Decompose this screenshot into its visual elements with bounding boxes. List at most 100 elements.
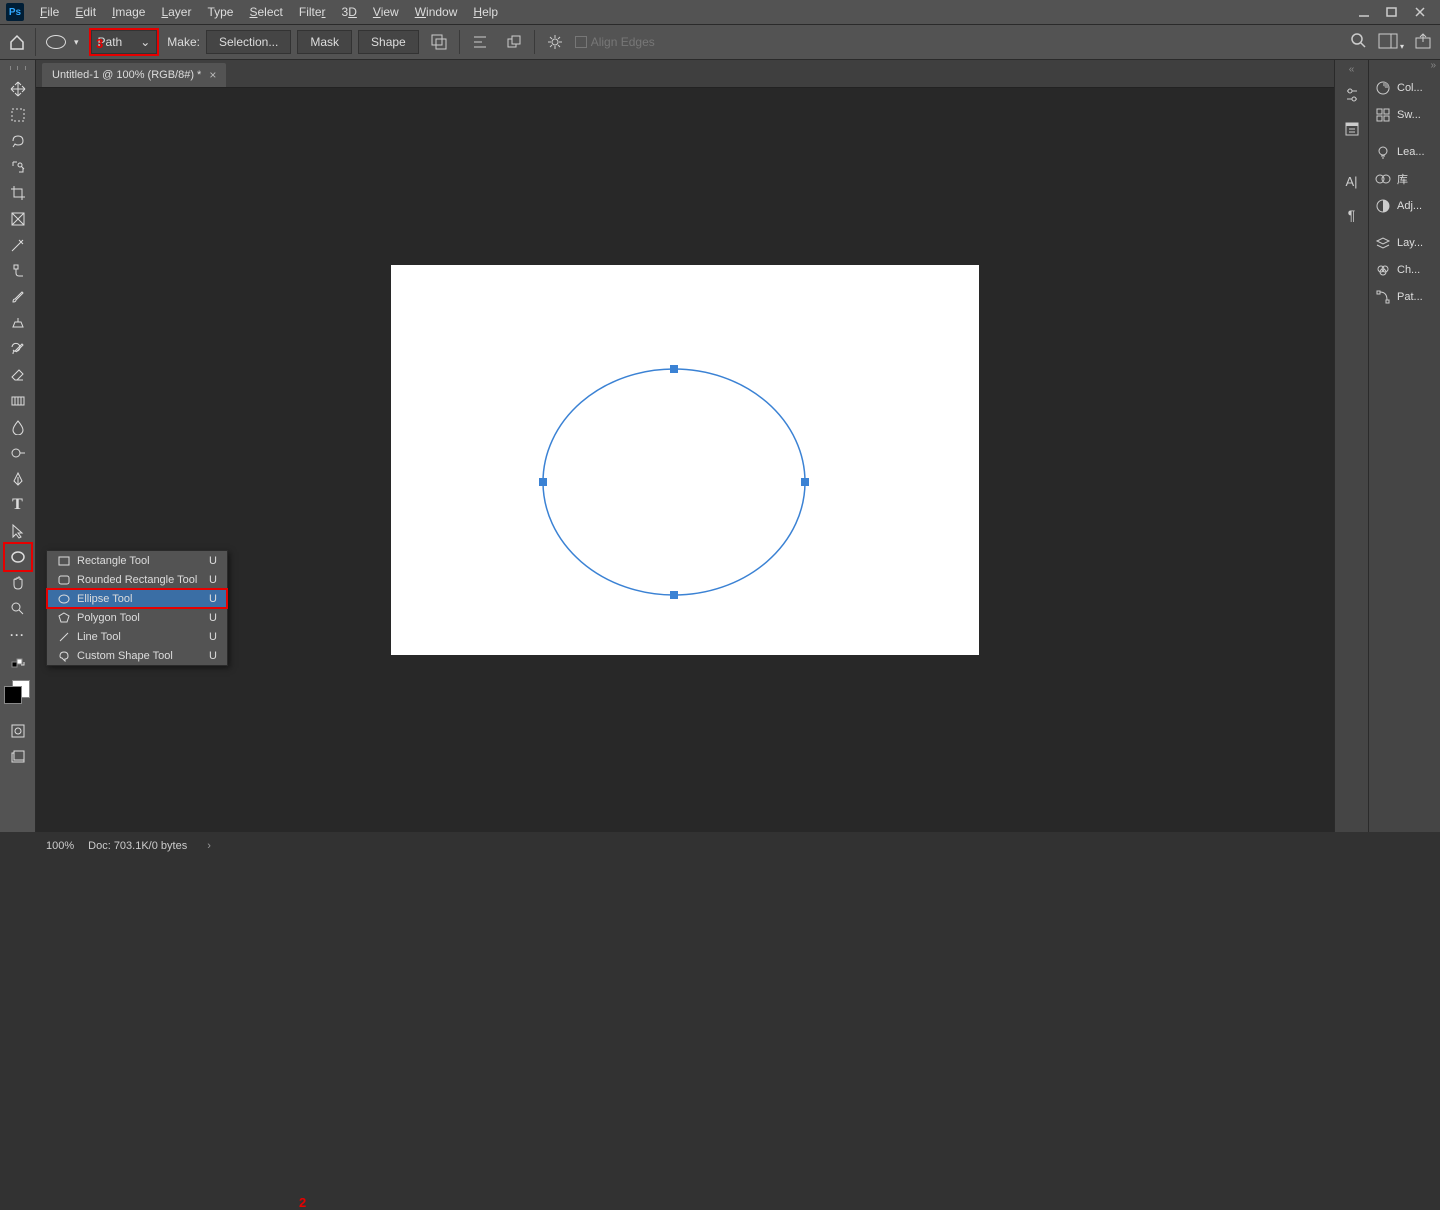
custom-shape-tool-item[interactable]: Custom Shape Tool U <box>47 646 227 665</box>
foreground-background-colors[interactable] <box>4 680 32 708</box>
paths-panel-button[interactable]: Pat... <box>1369 283 1440 310</box>
swatches-icon <box>1375 107 1391 123</box>
screen-mode-icon[interactable] <box>5 744 31 770</box>
healing-brush-tool-icon[interactable] <box>5 258 31 284</box>
info-panel-icon[interactable] <box>1338 112 1366 146</box>
gear-icon[interactable] <box>541 28 569 56</box>
learn-panel-button[interactable]: Lea... <box>1369 138 1440 165</box>
quick-selection-tool-icon[interactable] <box>5 154 31 180</box>
libraries-panel-button[interactable]: 库 <box>1369 165 1440 192</box>
anchor-top[interactable] <box>670 365 678 373</box>
workspace-switcher-icon[interactable]: ▾ <box>1378 33 1404 52</box>
menu-3d[interactable]: 3D <box>334 5 365 19</box>
active-tool-preview-icon[interactable] <box>46 35 66 49</box>
frame-tool-icon[interactable] <box>5 206 31 232</box>
path-selection-tool-icon[interactable] <box>5 518 31 544</box>
ellipse-tool-item[interactable]: Ellipse Tool U <box>47 589 227 608</box>
panel-handle-icon[interactable] <box>10 66 26 70</box>
layers-panel-button[interactable]: Lay... <box>1369 229 1440 256</box>
ellipse-path[interactable] <box>543 369 805 595</box>
zoom-level[interactable]: 100% <box>46 840 74 852</box>
properties-panel-icon[interactable] <box>1338 78 1366 112</box>
menu-edit[interactable]: Edit <box>67 5 104 19</box>
move-tool-icon[interactable] <box>5 76 31 102</box>
anchor-bottom[interactable] <box>670 591 678 599</box>
swap-colors-icon[interactable] <box>5 650 31 676</box>
document-tab-label: Untitled-1 @ 100% (RGB/8#) * <box>52 69 201 81</box>
history-brush-tool-icon[interactable] <box>5 336 31 362</box>
path-arrangement-icon[interactable] <box>500 28 528 56</box>
dodge-tool-icon[interactable] <box>5 440 31 466</box>
menu-window[interactable]: Window <box>407 5 466 19</box>
menu-layer[interactable]: Layer <box>153 5 199 19</box>
channels-icon <box>1375 262 1391 278</box>
type-tool-icon[interactable]: T <box>5 492 31 518</box>
layers-icon <box>1375 235 1391 251</box>
clone-stamp-tool-icon[interactable] <box>5 310 31 336</box>
adjustments-icon <box>1375 198 1391 214</box>
share-icon[interactable] <box>1414 32 1432 53</box>
chevron-right-icon[interactable]: › <box>207 840 211 852</box>
eyedropper-tool-icon[interactable] <box>5 232 31 258</box>
options-bar: ▾ 3 Path ⌄ Make: Selection... Mask Shape… <box>0 24 1440 60</box>
quick-mask-icon[interactable] <box>5 718 31 744</box>
chevron-down-icon[interactable]: ▾ <box>74 37 79 48</box>
anchor-right[interactable] <box>801 478 809 486</box>
polygon-tool-item[interactable]: Polygon Tool U <box>47 608 227 627</box>
blur-tool-icon[interactable] <box>5 414 31 440</box>
custom-shape-icon <box>57 650 71 662</box>
anchor-left[interactable] <box>539 478 547 486</box>
pen-tool-icon[interactable] <box>5 466 31 492</box>
polygon-icon <box>57 612 71 624</box>
crop-tool-icon[interactable] <box>5 180 31 206</box>
menu-filter[interactable]: Filter <box>291 5 334 19</box>
chevron-down-icon: ⌄ <box>140 35 150 49</box>
foreground-color-swatch[interactable] <box>4 686 22 704</box>
document-info[interactable]: Doc: 703.1K/0 bytes <box>88 840 187 852</box>
canvas[interactable] <box>391 265 979 655</box>
hand-tool-icon[interactable] <box>5 570 31 596</box>
edit-toolbar-icon[interactable]: ··· <box>5 622 31 648</box>
search-icon[interactable] <box>1350 32 1368 53</box>
menu-image[interactable]: Image <box>104 5 153 19</box>
lasso-tool-icon[interactable] <box>5 128 31 154</box>
menu-file[interactable]: File <box>32 5 67 19</box>
document-tab[interactable]: Untitled-1 @ 100% (RGB/8#) * × <box>42 63 226 87</box>
rounded-rectangle-icon <box>57 575 71 585</box>
make-shape-button[interactable]: Shape <box>358 30 419 54</box>
color-panel-button[interactable]: Col... <box>1369 74 1440 101</box>
window-maximize-icon[interactable] <box>1378 0 1406 24</box>
rectangle-tool-item[interactable]: Rectangle Tool U <box>47 551 227 570</box>
expand-panel-icon[interactable]: « <box>1349 64 1355 78</box>
menu-select[interactable]: Select <box>241 5 290 19</box>
swatches-panel-button[interactable]: Sw... <box>1369 101 1440 128</box>
make-mask-button[interactable]: Mask <box>297 30 352 54</box>
canvas-viewport[interactable] <box>36 88 1334 832</box>
line-tool-item[interactable]: Line Tool U <box>47 627 227 646</box>
eraser-tool-icon[interactable] <box>5 362 31 388</box>
make-selection-button[interactable]: Selection... <box>206 30 291 54</box>
marquee-tool-icon[interactable] <box>5 102 31 128</box>
brush-tool-icon[interactable] <box>5 284 31 310</box>
gradient-tool-icon[interactable] <box>5 388 31 414</box>
path-align-icon[interactable] <box>466 28 494 56</box>
window-close-icon[interactable] <box>1406 0 1434 24</box>
zoom-tool-icon[interactable] <box>5 596 31 622</box>
expand-panel-icon[interactable]: » <box>1369 60 1440 74</box>
collapsed-panel-strip-2: » Col... Sw... Lea... 库 Adj... <box>1368 60 1440 832</box>
home-icon[interactable] <box>8 28 36 56</box>
adjustments-panel-button[interactable]: Adj... <box>1369 192 1440 219</box>
annotation-2: 2 <box>299 1195 306 1210</box>
channels-panel-button[interactable]: Ch... <box>1369 256 1440 283</box>
menu-help[interactable]: Help <box>465 5 506 19</box>
window-minimize-icon[interactable] <box>1350 0 1378 24</box>
close-tab-icon[interactable]: × <box>209 68 216 82</box>
menu-bar: Ps File Edit Image Layer Type Select Fil… <box>0 0 1440 24</box>
paragraph-panel-icon[interactable]: ¶ <box>1338 198 1366 232</box>
character-panel-icon[interactable]: A| <box>1338 164 1366 198</box>
shape-tool-icon[interactable] <box>5 544 31 570</box>
menu-type[interactable]: Type <box>199 5 241 19</box>
rounded-rectangle-tool-item[interactable]: Rounded Rectangle Tool U <box>47 570 227 589</box>
path-operations-icon[interactable] <box>425 28 453 56</box>
menu-view[interactable]: View <box>365 5 407 19</box>
